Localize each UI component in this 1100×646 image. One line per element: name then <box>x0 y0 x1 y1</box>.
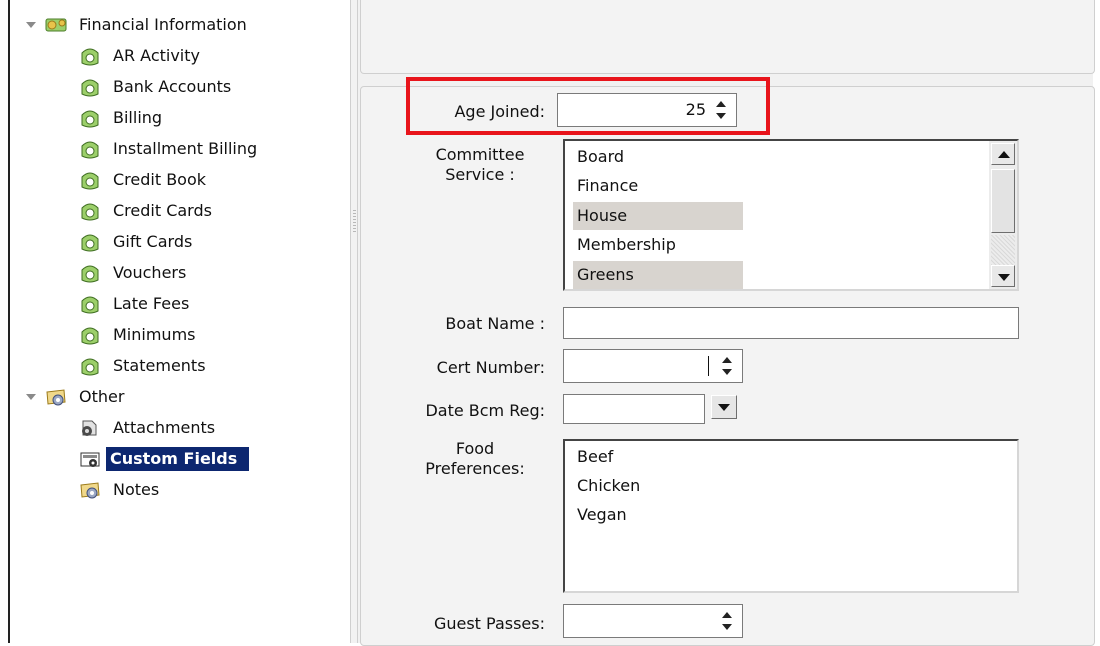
tree-item-label: Late Fees <box>113 294 190 313</box>
list-item-selected[interactable]: Greens <box>573 261 743 289</box>
money-bag-icon <box>78 293 102 315</box>
panel-splitter[interactable] <box>350 0 358 643</box>
tree-item-label: Custom Fields <box>106 447 250 471</box>
committee-service-label-line1: Committee <box>435 145 525 164</box>
collapse-arrow-icon[interactable] <box>24 18 38 32</box>
food-preferences-label-line1: Food <box>455 439 495 458</box>
scroll-thumb[interactable] <box>991 169 1015 233</box>
list-item-selected[interactable]: House <box>573 202 743 230</box>
tree-item-label: Gift Cards <box>113 232 193 251</box>
tree-group-label: Other <box>79 387 125 406</box>
tree-item-label: Notes <box>113 480 160 499</box>
scroll-up-arrow-icon[interactable] <box>991 143 1015 165</box>
tree-item-label: Billing <box>113 108 163 127</box>
date-bcm-reg-input[interactable] <box>563 394 705 424</box>
text-caret <box>708 356 709 376</box>
tree-item-label: Statements <box>113 356 206 375</box>
cert-number-spinner[interactable] <box>563 349 743 383</box>
tree-item-label: Vouchers <box>113 263 187 282</box>
attachment-gear-icon <box>78 417 102 439</box>
committee-service-listbox[interactable]: Board Finance House Membership Greens <box>563 139 1019 291</box>
tree-item-label: Credit Book <box>113 170 207 189</box>
tree-item-billing[interactable]: Billing <box>78 103 165 133</box>
note-gear-icon <box>78 479 102 501</box>
money-bag-icon <box>78 324 102 346</box>
tree-item-label: Minimums <box>113 325 196 344</box>
tree-item-gift-cards[interactable]: Gift Cards <box>78 227 195 257</box>
money-bag-icon <box>78 200 102 222</box>
boat-name-label: Boat Name : <box>445 314 545 333</box>
tree-item-attachments[interactable]: Attachments <box>78 413 218 443</box>
money-bag-icon <box>78 76 102 98</box>
food-preferences-label: Food Preferences: <box>405 439 545 479</box>
boat-name-input[interactable] <box>563 307 1019 339</box>
tree-item-minimums[interactable]: Minimums <box>78 320 198 350</box>
tree-item-label: Installment Billing <box>113 139 258 158</box>
food-preferences-label-line2: Preferences: <box>425 459 525 478</box>
money-bag-icon <box>78 231 102 253</box>
tree-item-bank-accounts[interactable]: Bank Accounts <box>78 72 234 102</box>
tree-item-credit-book[interactable]: Credit Book <box>78 165 209 195</box>
cert-number-label: Cert Number: <box>436 358 545 377</box>
committee-service-label-line2: Service : <box>445 165 515 184</box>
food-preferences-listbox[interactable]: Beef Chicken Vegan <box>563 439 1019 593</box>
list-item[interactable]: Finance <box>573 172 638 200</box>
money-bag-icon <box>78 169 102 191</box>
money-bag-icon <box>78 262 102 284</box>
tree-item-label: Credit Cards <box>113 201 212 220</box>
custom-fields-form: Age Joined: 25 Committee Service : Board… <box>360 86 1095 646</box>
scroll-track[interactable] <box>991 235 1015 265</box>
tree-item-credit-cards[interactable]: Credit Cards <box>78 196 215 226</box>
annotation-highlight-box <box>406 77 770 135</box>
form-gear-icon <box>78 448 102 470</box>
tree-group-other[interactable]: Other <box>24 382 127 412</box>
spinner-arrows-icon[interactable] <box>720 352 734 380</box>
scroll-down-arrow-icon[interactable] <box>991 265 1015 287</box>
tree-item-installment-billing[interactable]: Installment Billing <box>78 134 260 164</box>
date-bcm-reg-dropdown[interactable] <box>711 394 739 422</box>
collapse-arrow-icon[interactable] <box>24 390 38 404</box>
list-item[interactable]: Membership <box>573 231 676 259</box>
splitter-grip-icon[interactable] <box>353 210 356 234</box>
tree-item-vouchers[interactable]: Vouchers <box>78 258 189 288</box>
list-item[interactable]: Vegan <box>573 501 627 529</box>
guest-passes-label: Guest Passes: <box>433 614 545 633</box>
tree-item-late-fees[interactable]: Late Fees <box>78 289 192 319</box>
money-bag-icon <box>78 355 102 377</box>
money-bag-icon <box>78 107 102 129</box>
committee-service-label: Committee Service : <box>421 145 539 185</box>
list-item[interactable]: Chicken <box>573 472 640 500</box>
tree-group-label: Financial Information <box>79 15 247 34</box>
tree-group-financial-information[interactable]: Financial Information <box>24 10 250 40</box>
header-panel <box>360 0 1095 74</box>
money-folder-icon <box>44 14 68 36</box>
gear-folder-icon <box>44 386 68 408</box>
tree-item-statements[interactable]: Statements <box>78 351 209 381</box>
money-bag-icon <box>78 45 102 67</box>
date-bcm-reg-label: Date Bcm Reg: <box>425 401 545 420</box>
money-bag-icon <box>78 138 102 160</box>
list-item[interactable]: Beef <box>573 443 613 471</box>
tree-item-label: Attachments <box>113 418 216 437</box>
dropdown-arrow-icon[interactable] <box>711 395 737 419</box>
tree-item-ar-activity[interactable]: AR Activity <box>78 41 203 71</box>
tree-item-notes[interactable]: Notes <box>78 475 162 505</box>
tree-item-custom-fields[interactable]: Custom Fields <box>78 444 250 474</box>
tree-item-label: Bank Accounts <box>113 77 232 96</box>
tree-item-label: AR Activity <box>113 46 200 65</box>
list-item[interactable]: Board <box>573 143 624 171</box>
spinner-arrows-icon[interactable] <box>720 607 734 635</box>
guest-passes-spinner[interactable] <box>563 604 743 638</box>
listbox-scrollbar[interactable] <box>989 141 1017 289</box>
navigation-tree: Financial Information AR Activity Bank A… <box>10 0 350 643</box>
